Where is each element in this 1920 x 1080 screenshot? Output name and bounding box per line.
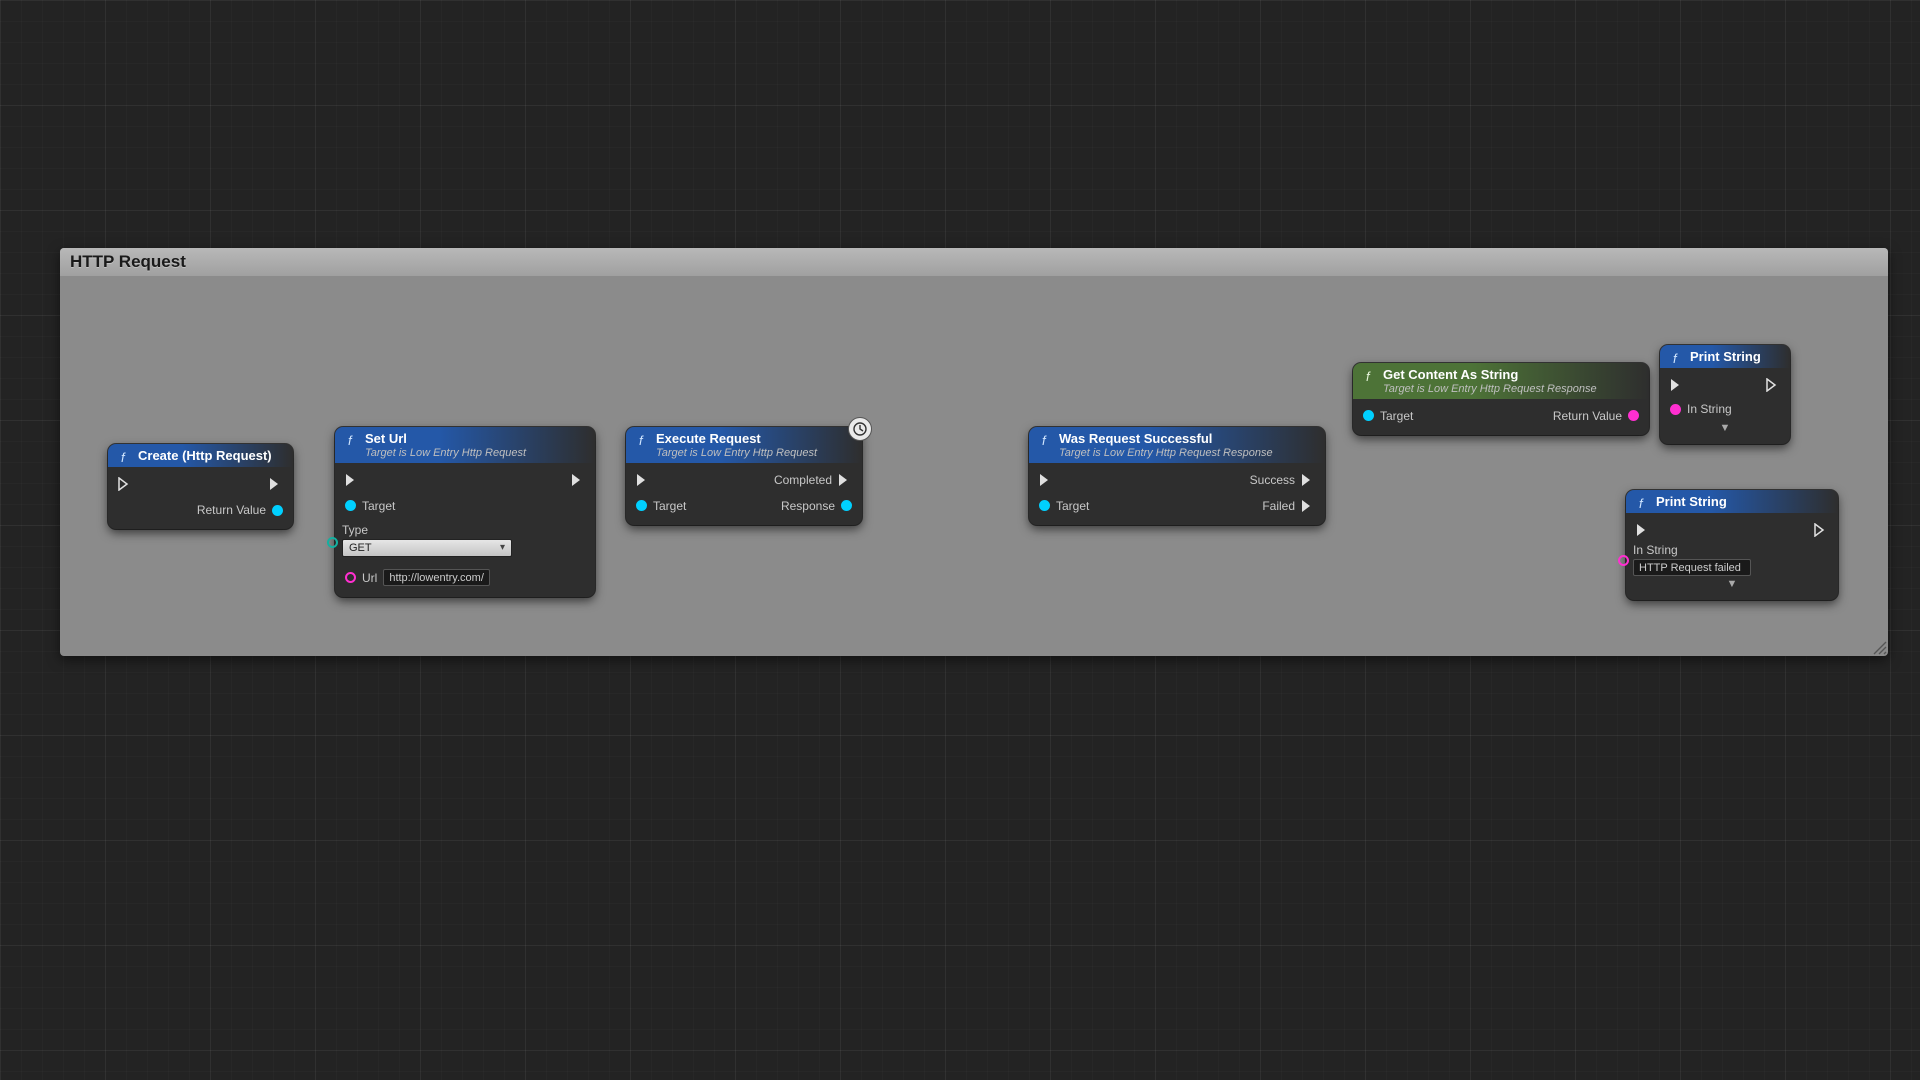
completed-label: Completed bbox=[774, 473, 832, 487]
node-title: Get Content As String bbox=[1383, 368, 1597, 383]
exec-in-pin[interactable] bbox=[1039, 473, 1053, 487]
node-print-string-2[interactable]: f Print String In String HTTP Request fa… bbox=[1626, 490, 1838, 600]
expand-caret-icon[interactable]: ▼ bbox=[1670, 422, 1780, 436]
exec-out-pin[interactable] bbox=[269, 477, 283, 491]
response-label: Response bbox=[781, 499, 835, 513]
target-pin[interactable] bbox=[345, 500, 356, 511]
target-label: Target bbox=[1056, 499, 1089, 513]
completed-pin[interactable] bbox=[838, 473, 852, 487]
type-select[interactable]: GET▾ bbox=[342, 539, 512, 557]
function-icon: f bbox=[636, 433, 650, 447]
node-title: Was Request Successful bbox=[1059, 432, 1273, 447]
target-pin[interactable] bbox=[1039, 500, 1050, 511]
instring-label: In String bbox=[1687, 402, 1732, 416]
node-was-request-successful[interactable]: f Was Request Successful Target is Low E… bbox=[1029, 427, 1325, 525]
latent-clock-icon bbox=[848, 417, 872, 441]
failed-label: Failed bbox=[1262, 499, 1295, 513]
comment-title[interactable]: HTTP Request bbox=[60, 248, 1888, 276]
node-title: Create (Http Request) bbox=[138, 449, 272, 464]
function-icon: f bbox=[118, 450, 132, 464]
node-print-string-1[interactable]: f Print String In String ▼ bbox=[1660, 345, 1790, 444]
function-icon: f bbox=[1636, 496, 1650, 510]
svg-text:f: f bbox=[1639, 496, 1644, 510]
target-label: Target bbox=[362, 499, 395, 513]
svg-text:f: f bbox=[1042, 433, 1047, 447]
target-label: Target bbox=[1380, 409, 1413, 423]
return-value-pin[interactable] bbox=[272, 505, 283, 516]
svg-text:f: f bbox=[348, 433, 353, 447]
node-get-content-as-string[interactable]: f Get Content As String Target is Low En… bbox=[1353, 363, 1649, 435]
node-subtitle: Target is Low Entry Http Request bbox=[656, 447, 817, 460]
target-pin[interactable] bbox=[636, 500, 647, 511]
exec-in-pin[interactable] bbox=[1636, 523, 1650, 537]
instring-input[interactable]: HTTP Request failed bbox=[1633, 559, 1751, 576]
target-pin[interactable] bbox=[1363, 410, 1374, 421]
svg-text:f: f bbox=[1366, 369, 1371, 383]
exec-in-pin[interactable] bbox=[118, 477, 132, 491]
function-icon: f bbox=[1670, 351, 1684, 365]
svg-text:f: f bbox=[121, 450, 126, 464]
response-pin[interactable] bbox=[841, 500, 852, 511]
expand-caret-icon[interactable]: ▼ bbox=[1636, 578, 1828, 592]
url-label: Url bbox=[362, 571, 377, 585]
success-pin[interactable] bbox=[1301, 473, 1315, 487]
node-execute-request[interactable]: f Execute Request Target is Low Entry Ht… bbox=[626, 427, 862, 525]
node-title: Set Url bbox=[365, 432, 526, 447]
return-pin[interactable] bbox=[1628, 410, 1639, 421]
node-title: Print String bbox=[1690, 350, 1761, 365]
caret-down-icon: ▾ bbox=[500, 542, 505, 553]
url-pin[interactable] bbox=[345, 572, 356, 583]
svg-text:f: f bbox=[1673, 351, 1678, 365]
node-subtitle: Target is Low Entry Http Request Respons… bbox=[1383, 383, 1597, 396]
node-create-http-request[interactable]: f Create (Http Request) Return Value bbox=[108, 444, 293, 529]
return-label: Return Value bbox=[1553, 409, 1622, 423]
exec-out-pin[interactable] bbox=[571, 473, 585, 487]
instring-pin[interactable] bbox=[1670, 404, 1681, 415]
failed-pin[interactable] bbox=[1301, 499, 1315, 513]
return-value-label: Return Value bbox=[197, 503, 266, 517]
exec-in-pin[interactable] bbox=[345, 473, 359, 487]
node-subtitle: Target is Low Entry Http Request Respons… bbox=[1059, 447, 1273, 460]
exec-out-pin[interactable] bbox=[1814, 523, 1828, 537]
url-input[interactable]: http://lowentry.com/ bbox=[383, 569, 490, 586]
function-icon: f bbox=[345, 433, 359, 447]
resize-handle[interactable] bbox=[1870, 638, 1888, 656]
exec-in-pin[interactable] bbox=[636, 473, 650, 487]
svg-text:f: f bbox=[639, 433, 644, 447]
node-subtitle: Target is Low Entry Http Request bbox=[365, 447, 526, 460]
function-icon: f bbox=[1363, 369, 1377, 383]
type-pin[interactable] bbox=[327, 537, 338, 548]
exec-out-pin[interactable] bbox=[1766, 378, 1780, 392]
node-title: Print String bbox=[1656, 495, 1727, 510]
instring-pin[interactable] bbox=[1618, 555, 1629, 566]
node-title: Execute Request bbox=[656, 432, 817, 447]
node-set-url[interactable]: f Set Url Target is Low Entry Http Reque… bbox=[335, 427, 595, 597]
type-label: Type bbox=[342, 523, 512, 537]
exec-in-pin[interactable] bbox=[1670, 378, 1684, 392]
instring-label: In String bbox=[1633, 543, 1751, 557]
success-label: Success bbox=[1250, 473, 1295, 487]
target-label: Target bbox=[653, 499, 686, 513]
function-icon: f bbox=[1039, 433, 1053, 447]
